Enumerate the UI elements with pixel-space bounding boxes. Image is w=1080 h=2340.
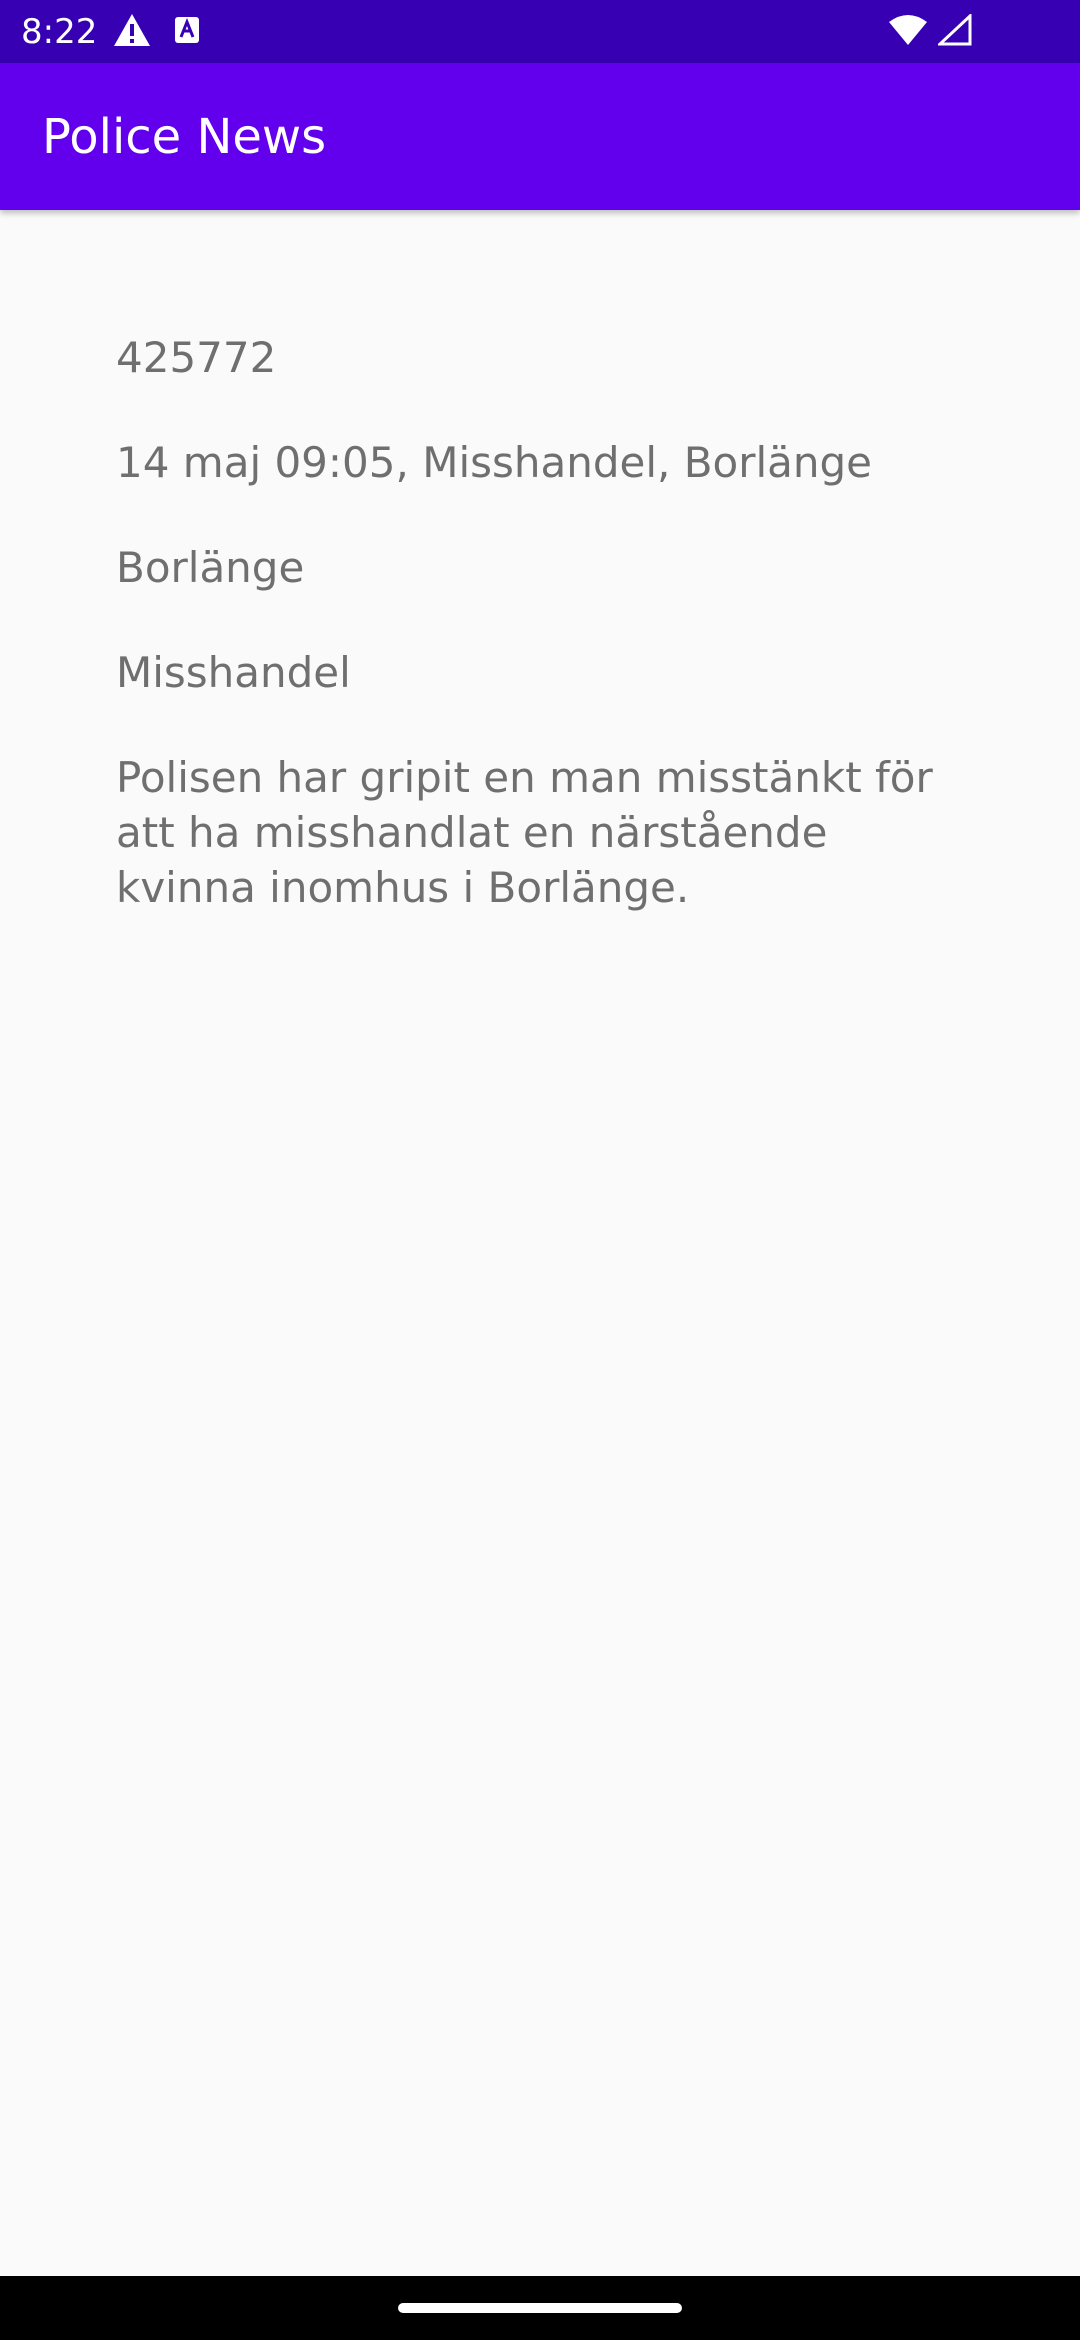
wifi-icon bbox=[888, 14, 928, 50]
event-type: Misshandel bbox=[116, 648, 351, 697]
status-bar: 8:22 bbox=[0, 0, 1080, 63]
home-gesture-handle[interactable] bbox=[398, 2303, 682, 2313]
app-title: Police News bbox=[42, 109, 327, 165]
event-location: Borlänge bbox=[116, 543, 305, 592]
app-bar: Police News bbox=[0, 63, 1080, 210]
sim-a-icon bbox=[174, 16, 200, 48]
navigation-bar bbox=[0, 2276, 1080, 2340]
status-system-icons bbox=[888, 12, 972, 50]
event-id: 425772 bbox=[116, 333, 277, 382]
event-details: 425772 14 maj 09:05, Misshandel, Borläng… bbox=[116, 330, 976, 965]
signal-icon bbox=[936, 12, 972, 50]
alert-icon bbox=[112, 12, 152, 52]
status-notification-icons bbox=[112, 12, 200, 52]
event-name: 14 maj 09:05, Misshandel, Borlänge bbox=[116, 438, 873, 487]
status-time: 8:22 bbox=[21, 12, 98, 52]
event-summary: Polisen har gripit en man misstänkt för … bbox=[116, 753, 933, 912]
